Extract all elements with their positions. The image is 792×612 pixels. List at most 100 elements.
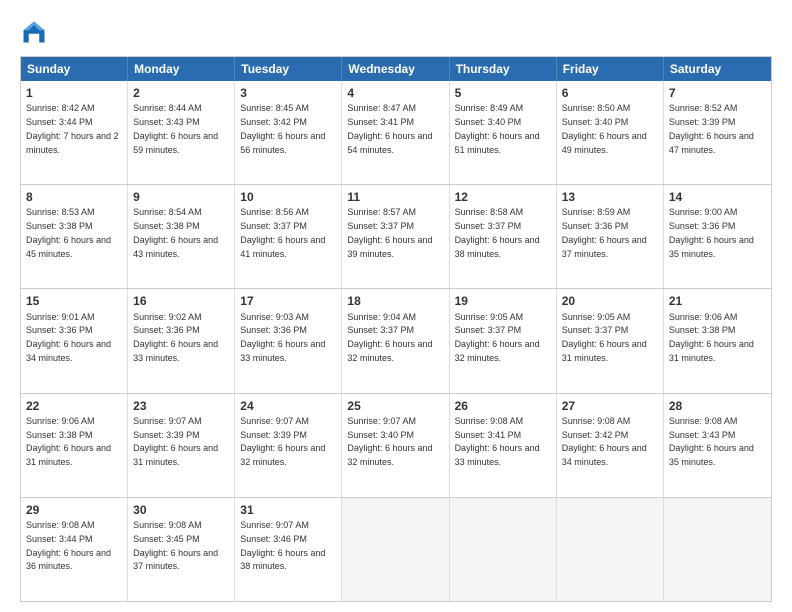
logo-icon bbox=[20, 18, 48, 46]
day-info: Sunrise: 8:58 AM Sunset: 3:37 PM Dayligh… bbox=[455, 207, 540, 258]
day-info: Sunrise: 9:05 AM Sunset: 3:37 PM Dayligh… bbox=[455, 312, 540, 363]
day-number: 31 bbox=[240, 502, 336, 518]
day-info: Sunrise: 8:50 AM Sunset: 3:40 PM Dayligh… bbox=[562, 103, 647, 154]
day-info: Sunrise: 8:59 AM Sunset: 3:36 PM Dayligh… bbox=[562, 207, 647, 258]
calendar-cell-26: 26 Sunrise: 9:08 AM Sunset: 3:41 PM Dayli… bbox=[450, 394, 557, 497]
day-number: 9 bbox=[133, 189, 229, 205]
day-info: Sunrise: 9:03 AM Sunset: 3:36 PM Dayligh… bbox=[240, 312, 325, 363]
day-info: Sunrise: 8:54 AM Sunset: 3:38 PM Dayligh… bbox=[133, 207, 218, 258]
day-info: Sunrise: 9:08 AM Sunset: 3:41 PM Dayligh… bbox=[455, 416, 540, 467]
calendar-cell-3: 3Sunrise: 8:45 AM Sunset: 3:42 PM Daylig… bbox=[235, 81, 342, 184]
day-info: Sunrise: 9:07 AM Sunset: 3:40 PM Dayligh… bbox=[347, 416, 432, 467]
day-number: 17 bbox=[240, 293, 336, 309]
day-info: Sunrise: 9:06 AM Sunset: 3:38 PM Dayligh… bbox=[669, 312, 754, 363]
page: SundayMondayTuesdayWednesdayThursdayFrid… bbox=[0, 0, 792, 612]
weekday-header-tuesday: Tuesday bbox=[235, 57, 342, 81]
calendar-cell-22: 22 Sunrise: 9:06 AM Sunset: 3:38 PM Dayli… bbox=[21, 394, 128, 497]
calendar-header: SundayMondayTuesdayWednesdayThursdayFrid… bbox=[21, 57, 771, 81]
calendar: SundayMondayTuesdayWednesdayThursdayFrid… bbox=[20, 56, 772, 602]
day-number: 23 bbox=[133, 398, 229, 414]
day-number: 12 bbox=[455, 189, 551, 205]
day-number: 5 bbox=[455, 85, 551, 101]
day-number: 28 bbox=[669, 398, 766, 414]
day-number: 22 bbox=[26, 398, 122, 414]
calendar-cell-15: 15 Sunrise: 9:01 AM Sunset: 3:36 PM Dayli… bbox=[21, 289, 128, 392]
day-info: Sunrise: 9:05 AM Sunset: 3:37 PM Dayligh… bbox=[562, 312, 647, 363]
header bbox=[20, 18, 772, 46]
weekday-header-monday: Monday bbox=[128, 57, 235, 81]
day-number: 20 bbox=[562, 293, 658, 309]
day-number: 14 bbox=[669, 189, 766, 205]
weekday-header-friday: Friday bbox=[557, 57, 664, 81]
day-info: Sunrise: 8:57 AM Sunset: 3:37 PM Dayligh… bbox=[347, 207, 432, 258]
day-info: Sunrise: 8:56 AM Sunset: 3:37 PM Dayligh… bbox=[240, 207, 325, 258]
day-info: Sunrise: 8:52 AM Sunset: 3:39 PM Dayligh… bbox=[669, 103, 754, 154]
calendar-cell-20: 20 Sunrise: 9:05 AM Sunset: 3:37 PM Dayli… bbox=[557, 289, 664, 392]
day-info: Sunrise: 9:02 AM Sunset: 3:36 PM Dayligh… bbox=[133, 312, 218, 363]
calendar-cell-19: 19 Sunrise: 9:05 AM Sunset: 3:37 PM Dayli… bbox=[450, 289, 557, 392]
day-number: 26 bbox=[455, 398, 551, 414]
calendar-cell-28: 28Sunrise: 9:08 AM Sunset: 3:43 PM Dayli… bbox=[664, 394, 771, 497]
calendar-cell-16: 16 Sunrise: 9:02 AM Sunset: 3:36 PM Dayli… bbox=[128, 289, 235, 392]
day-number: 25 bbox=[347, 398, 443, 414]
day-info: Sunrise: 9:06 AM Sunset: 3:38 PM Dayligh… bbox=[26, 416, 111, 467]
calendar-cell-29: 29 Sunrise: 9:08 AM Sunset: 3:44 PM Dayli… bbox=[21, 498, 128, 601]
calendar-cell-empty-4-3 bbox=[342, 498, 449, 601]
calendar-cell-empty-4-4 bbox=[450, 498, 557, 601]
calendar-cell-9: 9 Sunrise: 8:54 AM Sunset: 3:38 PM Daylig… bbox=[128, 185, 235, 288]
day-info: Sunrise: 9:01 AM Sunset: 3:36 PM Dayligh… bbox=[26, 312, 111, 363]
calendar-cell-11: 11 Sunrise: 8:57 AM Sunset: 3:37 PM Dayli… bbox=[342, 185, 449, 288]
day-number: 1 bbox=[26, 85, 122, 101]
calendar-cell-4: 4Sunrise: 8:47 AM Sunset: 3:41 PM Daylig… bbox=[342, 81, 449, 184]
calendar-cell-empty-4-5 bbox=[557, 498, 664, 601]
calendar-cell-8: 8Sunrise: 8:53 AM Sunset: 3:38 PM Daylig… bbox=[21, 185, 128, 288]
day-number: 8 bbox=[26, 189, 122, 205]
day-info: Sunrise: 8:45 AM Sunset: 3:42 PM Dayligh… bbox=[240, 103, 325, 154]
calendar-cell-25: 25 Sunrise: 9:07 AM Sunset: 3:40 PM Dayli… bbox=[342, 394, 449, 497]
day-number: 18 bbox=[347, 293, 443, 309]
calendar-cell-1: 1 Sunrise: 8:42 AM Sunset: 3:44 PM Daylig… bbox=[21, 81, 128, 184]
day-info: Sunrise: 9:04 AM Sunset: 3:37 PM Dayligh… bbox=[347, 312, 432, 363]
day-info: Sunrise: 9:07 AM Sunset: 3:39 PM Dayligh… bbox=[133, 416, 218, 467]
day-info: Sunrise: 9:08 AM Sunset: 3:45 PM Dayligh… bbox=[133, 520, 218, 571]
weekday-header-wednesday: Wednesday bbox=[342, 57, 449, 81]
day-number: 15 bbox=[26, 293, 122, 309]
calendar-row-2: 8Sunrise: 8:53 AM Sunset: 3:38 PM Daylig… bbox=[21, 184, 771, 288]
day-info: Sunrise: 9:07 AM Sunset: 3:39 PM Dayligh… bbox=[240, 416, 325, 467]
calendar-cell-21: 21 Sunrise: 9:06 AM Sunset: 3:38 PM Dayli… bbox=[664, 289, 771, 392]
day-info: Sunrise: 9:00 AM Sunset: 3:36 PM Dayligh… bbox=[669, 207, 754, 258]
calendar-cell-10: 10 Sunrise: 8:56 AM Sunset: 3:37 PM Dayli… bbox=[235, 185, 342, 288]
calendar-cell-5: 5Sunrise: 8:49 AM Sunset: 3:40 PM Daylig… bbox=[450, 81, 557, 184]
calendar-cell-2: 2 Sunrise: 8:44 AM Sunset: 3:43 PM Daylig… bbox=[128, 81, 235, 184]
day-number: 24 bbox=[240, 398, 336, 414]
weekday-header-thursday: Thursday bbox=[450, 57, 557, 81]
calendar-cell-6: 6Sunrise: 8:50 AM Sunset: 3:40 PM Daylig… bbox=[557, 81, 664, 184]
day-number: 2 bbox=[133, 85, 229, 101]
calendar-row-3: 15 Sunrise: 9:01 AM Sunset: 3:36 PM Dayli… bbox=[21, 288, 771, 392]
day-number: 16 bbox=[133, 293, 229, 309]
day-number: 7 bbox=[669, 85, 766, 101]
day-info: Sunrise: 9:07 AM Sunset: 3:46 PM Dayligh… bbox=[240, 520, 325, 571]
day-info: Sunrise: 8:44 AM Sunset: 3:43 PM Dayligh… bbox=[133, 103, 218, 154]
day-info: Sunrise: 9:08 AM Sunset: 3:44 PM Dayligh… bbox=[26, 520, 111, 571]
day-number: 27 bbox=[562, 398, 658, 414]
calendar-cell-23: 23 Sunrise: 9:07 AM Sunset: 3:39 PM Dayli… bbox=[128, 394, 235, 497]
day-number: 21 bbox=[669, 293, 766, 309]
calendar-cell-7: 7 Sunrise: 8:52 AM Sunset: 3:39 PM Daylig… bbox=[664, 81, 771, 184]
calendar-cell-27: 27 Sunrise: 9:08 AM Sunset: 3:42 PM Dayli… bbox=[557, 394, 664, 497]
weekday-header-saturday: Saturday bbox=[664, 57, 771, 81]
day-number: 29 bbox=[26, 502, 122, 518]
calendar-cell-31: 31 Sunrise: 9:07 AM Sunset: 3:46 PM Dayli… bbox=[235, 498, 342, 601]
day-number: 10 bbox=[240, 189, 336, 205]
calendar-cell-30: 30Sunrise: 9:08 AM Sunset: 3:45 PM Dayli… bbox=[128, 498, 235, 601]
calendar-cell-17: 17 Sunrise: 9:03 AM Sunset: 3:36 PM Dayli… bbox=[235, 289, 342, 392]
day-number: 13 bbox=[562, 189, 658, 205]
logo bbox=[20, 18, 52, 46]
day-info: Sunrise: 9:08 AM Sunset: 3:42 PM Dayligh… bbox=[562, 416, 647, 467]
calendar-body: 1 Sunrise: 8:42 AM Sunset: 3:44 PM Daylig… bbox=[21, 81, 771, 601]
calendar-cell-12: 12 Sunrise: 8:58 AM Sunset: 3:37 PM Dayli… bbox=[450, 185, 557, 288]
calendar-cell-14: 14 Sunrise: 9:00 AM Sunset: 3:36 PM Dayli… bbox=[664, 185, 771, 288]
day-number: 19 bbox=[455, 293, 551, 309]
day-info: Sunrise: 8:42 AM Sunset: 3:44 PM Dayligh… bbox=[26, 103, 119, 154]
day-number: 11 bbox=[347, 189, 443, 205]
